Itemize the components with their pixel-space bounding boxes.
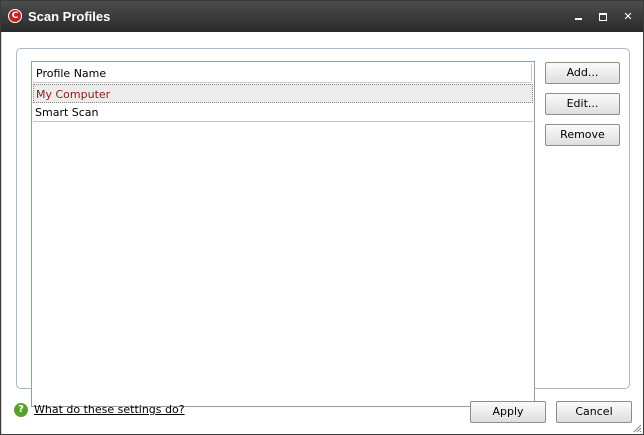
- edit-button[interactable]: Edit...: [545, 93, 620, 115]
- apply-button[interactable]: Apply: [470, 401, 546, 423]
- help-link[interactable]: What do these settings do?: [34, 403, 185, 416]
- cancel-button[interactable]: Cancel: [556, 401, 632, 423]
- remove-button[interactable]: Remove: [545, 124, 620, 146]
- column-separator: [531, 64, 532, 81]
- title-bar[interactable]: C Scan Profiles ✕: [1, 1, 643, 32]
- profile-list[interactable]: Profile Name My Computer Smart Scan: [31, 61, 535, 407]
- list-item-label: Smart Scan: [35, 106, 99, 119]
- column-header-profile-name[interactable]: Profile Name: [33, 63, 532, 83]
- maximize-button[interactable]: [594, 9, 612, 25]
- scan-profiles-window: C Scan Profiles ✕ Profile Name My Comput…: [0, 0, 644, 435]
- list-item[interactable]: My Computer: [33, 84, 533, 103]
- close-icon: ✕: [623, 10, 633, 23]
- minimize-button[interactable]: [569, 9, 587, 25]
- column-header-label: Profile Name: [36, 67, 107, 80]
- close-button[interactable]: ✕: [619, 9, 637, 25]
- minimize-icon: [574, 18, 582, 20]
- list-item[interactable]: Smart Scan: [33, 103, 533, 122]
- resize-grip-icon[interactable]: [632, 423, 642, 433]
- app-logo-icon: C: [8, 9, 22, 23]
- window-title: Scan Profiles: [28, 9, 111, 24]
- add-button[interactable]: Add...: [545, 62, 620, 84]
- list-item-label: My Computer: [36, 88, 111, 101]
- help-icon[interactable]: ?: [14, 403, 28, 417]
- maximize-icon: [599, 13, 607, 21]
- dialog-body: Profile Name My Computer Smart Scan Add.…: [2, 32, 643, 434]
